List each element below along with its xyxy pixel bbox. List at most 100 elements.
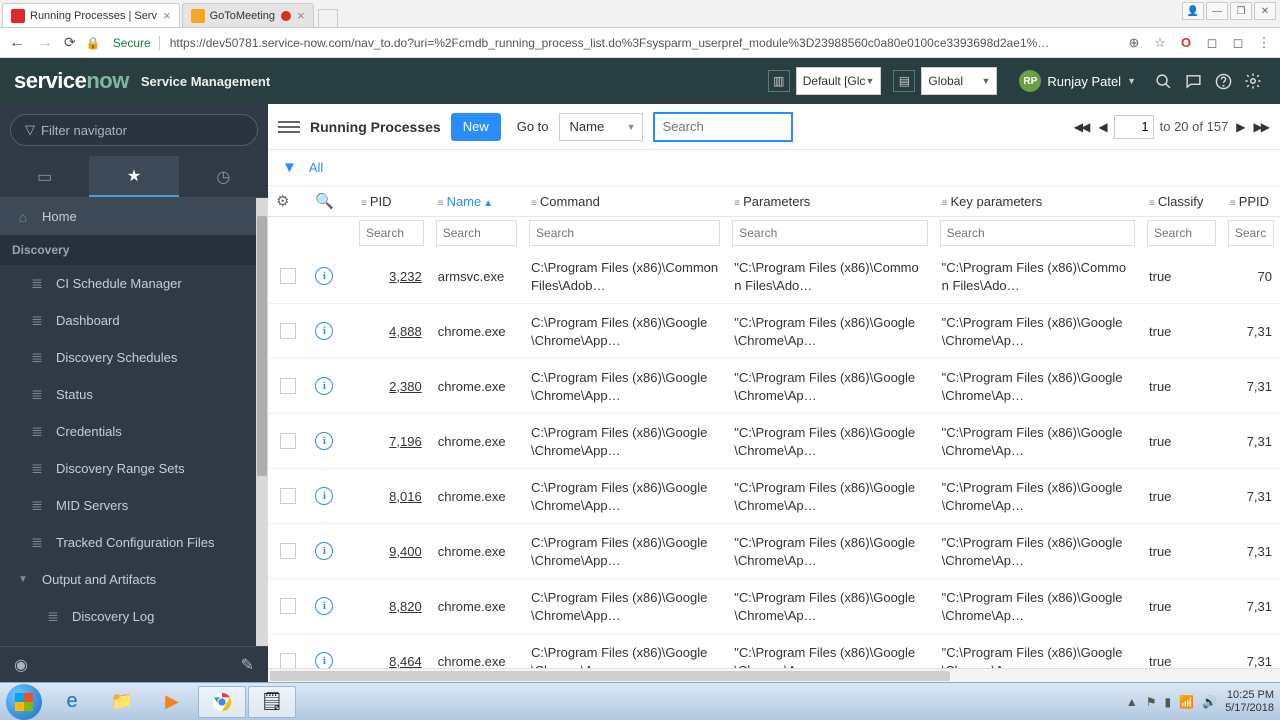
table-row[interactable]: i 3,232 armsvc.exe C:\Program Files (x86… <box>268 249 1280 304</box>
row-checkbox[interactable] <box>280 488 296 504</box>
close-icon[interactable]: × <box>297 8 305 23</box>
taskbar-media[interactable]: ▶ <box>148 686 196 718</box>
col-ppid[interactable]: ≡PPID <box>1222 186 1280 217</box>
tray-clock[interactable]: 10:25 PM 5/17/2018 <box>1225 689 1274 713</box>
row-checkbox[interactable] <box>280 653 296 668</box>
domain-icon[interactable]: ▤ <box>893 70 915 92</box>
user-icon[interactable]: 👤 <box>1182 2 1204 20</box>
menu-icon[interactable]: ⋮ <box>1256 35 1272 51</box>
close-window-icon[interactable]: ✕ <box>1254 2 1276 20</box>
pid-link[interactable]: 7,196 <box>361 434 422 449</box>
pid-link[interactable]: 4,888 <box>361 324 422 339</box>
sidebar-item[interactable]: ≣CI Schedule Manager <box>0 265 268 302</box>
col-search-classify[interactable] <box>1147 220 1216 246</box>
table-row[interactable]: i 8,016 chrome.exe C:\Program Files (x86… <box>268 469 1280 524</box>
pid-link[interactable]: 3,232 <box>361 269 422 284</box>
gear-icon[interactable] <box>1240 68 1266 94</box>
translate-icon[interactable]: ⊕ <box>1126 35 1142 51</box>
sidebar-item[interactable]: ≣Dashboard <box>0 302 268 339</box>
back-icon[interactable]: ← <box>8 34 26 52</box>
opera-icon[interactable]: O <box>1178 35 1194 51</box>
table-row[interactable]: i 2,380 chrome.exe C:\Program Files (x86… <box>268 359 1280 414</box>
taskbar-chrome[interactable] <box>198 686 246 718</box>
table-row[interactable]: i 8,820 chrome.exe C:\Program Files (x86… <box>268 579 1280 634</box>
user-menu[interactable]: RP Runjay Patel ▼ <box>1019 70 1136 92</box>
new-button[interactable]: New <box>451 113 501 141</box>
scrollbar[interactable] <box>256 198 268 646</box>
close-icon[interactable]: × <box>163 8 171 23</box>
sidebar-item[interactable]: ≣Tracked Configuration Files <box>0 524 268 561</box>
table-row[interactable]: i 9,400 chrome.exe C:\Program Files (x86… <box>268 524 1280 579</box>
nav-discovery-log[interactable]: ≣ Discovery Log <box>0 598 268 635</box>
row-checkbox[interactable] <box>280 268 296 284</box>
col-search-command[interactable] <box>529 220 720 246</box>
goto-search-input[interactable] <box>653 112 793 142</box>
domain-picker[interactable]: Global ▼ <box>921 67 997 95</box>
sidebar-item[interactable]: ≣Credentials <box>0 413 268 450</box>
page-input[interactable] <box>1114 115 1154 139</box>
table-row[interactable]: i 8,464 chrome.exe C:\Program Files (x86… <box>268 634 1280 669</box>
col-name[interactable]: ≡Name▲ <box>430 186 523 217</box>
url-text[interactable]: https://dev50781.service-now.com/nav_to.… <box>170 36 1116 50</box>
info-icon[interactable]: i <box>315 432 333 450</box>
filter-all[interactable]: All <box>309 160 323 175</box>
tray-battery-icon[interactable]: ▮ <box>1165 695 1172 709</box>
scrollbar-thumb[interactable] <box>257 216 267 476</box>
filter-icon[interactable]: ▼ <box>282 159 297 176</box>
first-page-icon[interactable]: ◀◀ <box>1072 120 1090 134</box>
row-checkbox[interactable] <box>280 598 296 614</box>
nav-tab-history[interactable]: ◷ <box>179 156 268 197</box>
taskbar-notes[interactable]: 🗒 <box>248 686 296 718</box>
pid-link[interactable]: 2,380 <box>361 379 422 394</box>
edit-icon[interactable]: ✎ <box>241 655 254 675</box>
update-set-icon[interactable]: ▥ <box>768 70 790 92</box>
reload-icon[interactable]: ⟳ <box>64 34 76 51</box>
row-checkbox[interactable] <box>280 543 296 559</box>
info-icon[interactable]: i <box>315 597 333 615</box>
nav-tab-favorites[interactable]: ★ <box>89 156 178 197</box>
sidebar-item[interactable]: ≣Discovery Schedules <box>0 339 268 376</box>
start-button[interactable] <box>6 684 42 720</box>
table-row[interactable]: i 7,196 chrome.exe C:\Program Files (x86… <box>268 414 1280 469</box>
col-command[interactable]: ≡Command <box>523 186 726 217</box>
col-pid[interactable]: ≡PID <box>353 186 430 217</box>
row-checkbox[interactable] <box>280 433 296 449</box>
info-icon[interactable]: i <box>315 542 333 560</box>
extension-icon[interactable]: ◻ <box>1204 35 1220 51</box>
pid-link[interactable]: 8,820 <box>361 599 422 614</box>
table-row[interactable]: i 4,888 chrome.exe C:\Program Files (x86… <box>268 304 1280 359</box>
row-checkbox[interactable] <box>280 323 296 339</box>
tray-flag-icon[interactable]: ⚑ <box>1146 695 1157 709</box>
last-page-icon[interactable]: ▶▶ <box>1252 120 1270 134</box>
search-column[interactable]: 🔍 <box>307 186 353 217</box>
horizontal-scrollbar[interactable] <box>268 668 1280 682</box>
col-search-ppid[interactable] <box>1228 220 1274 246</box>
col-search-pid[interactable] <box>359 220 424 246</box>
nav-tab-all[interactable]: ▭ <box>0 156 89 197</box>
nav-home[interactable]: ⌂ Home <box>0 198 268 235</box>
row-checkbox[interactable] <box>280 378 296 394</box>
col-search-kparams[interactable] <box>940 220 1135 246</box>
maximize-icon[interactable]: ❐ <box>1230 2 1252 20</box>
collapse-icon[interactable]: ◉ <box>14 655 28 675</box>
tray-up-icon[interactable]: ▲ <box>1126 695 1138 709</box>
prev-page-icon[interactable]: ◀ <box>1096 120 1107 134</box>
filter-navigator-input[interactable]: ▽ Filter navigator <box>10 114 258 146</box>
col-search-name[interactable] <box>436 220 517 246</box>
star-icon[interactable]: ☆ <box>1152 35 1168 51</box>
taskbar-ie[interactable]: e <box>48 686 96 718</box>
goto-field-select[interactable]: Name ▼ <box>559 113 643 141</box>
list-menu-icon[interactable] <box>278 121 300 133</box>
update-set-picker[interactable]: Default [Glc ▼ <box>796 67 882 95</box>
tray-network-icon[interactable]: 📶 <box>1179 695 1194 709</box>
info-icon[interactable]: i <box>315 377 333 395</box>
system-tray[interactable]: ▲ ⚑ ▮ 📶 🔊 10:25 PM 5/17/2018 <box>1126 689 1274 713</box>
browser-tab[interactable]: GoToMeeting × <box>182 3 314 27</box>
info-icon[interactable]: i <box>315 652 333 668</box>
help-icon[interactable] <box>1210 68 1236 94</box>
info-icon[interactable]: i <box>315 267 333 285</box>
personalize-column[interactable]: ⚙ <box>268 186 307 217</box>
scrollbar-thumb[interactable] <box>270 671 950 681</box>
nav-output-artifacts[interactable]: ▼ Output and Artifacts <box>0 561 268 598</box>
next-page-icon[interactable]: ▶ <box>1234 120 1245 134</box>
